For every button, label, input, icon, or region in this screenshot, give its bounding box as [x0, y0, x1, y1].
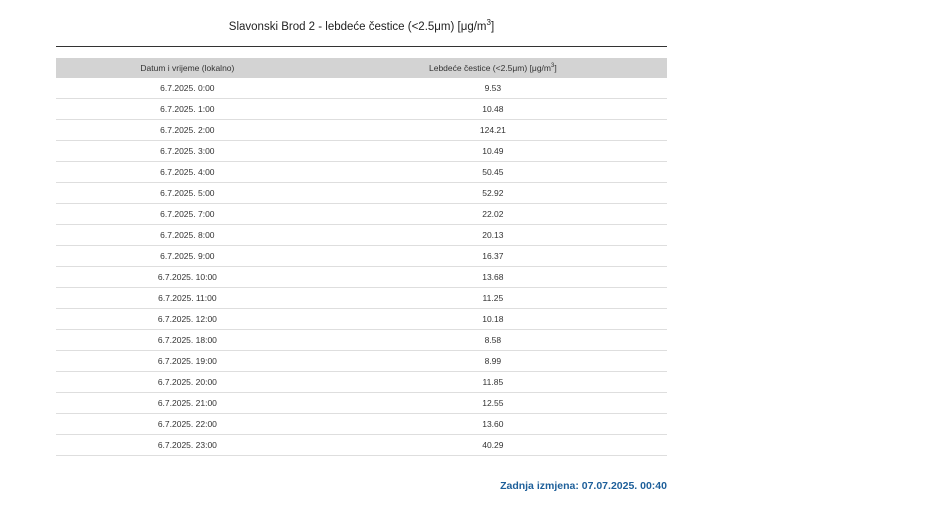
table-row: 6.7.2025. 0:00 9.53 — [56, 78, 667, 99]
table-header: Datum i vrijeme (lokalno) Lebdeće čestic… — [56, 58, 667, 78]
table-row: 6.7.2025. 21:00 12.55 — [56, 392, 667, 414]
measurements-table: Datum i vrijeme (lokalno) Lebdeće čestic… — [56, 58, 667, 456]
cell-pm25-value: 9.53 — [318, 78, 667, 99]
column-header-pm25[interactable]: Lebdeće čestice (<2.5μm) [μg/m3] — [318, 58, 667, 78]
table-row: 6.7.2025. 2:00 124.21 — [56, 119, 667, 141]
title-divider — [56, 46, 667, 47]
cell-pm25-value: 22.02 — [318, 203, 667, 225]
table-row: 6.7.2025. 8:00 20.13 — [56, 224, 667, 246]
cell-pm25-value: 8.58 — [318, 329, 667, 351]
table-row: 6.7.2025. 7:00 22.02 — [56, 203, 667, 225]
table-row: 6.7.2025. 20:00 11.85 — [56, 371, 667, 393]
cell-datetime: 6.7.2025. 20:00 — [56, 371, 319, 393]
page-title: Slavonski Brod 2 - lebdeće čestice (<2.5… — [56, 0, 667, 46]
cell-pm25-value: 13.68 — [318, 266, 667, 288]
page-title-suffix: ] — [491, 21, 495, 33]
cell-datetime: 6.7.2025. 8:00 — [56, 224, 319, 246]
cell-pm25-value: 16.37 — [318, 245, 667, 267]
table-row: 6.7.2025. 11:00 11.25 — [56, 287, 667, 309]
cell-datetime: 6.7.2025. 2:00 — [56, 119, 319, 141]
cell-pm25-value: 10.48 — [318, 98, 667, 120]
table-row: 6.7.2025. 5:00 52.92 — [56, 182, 667, 204]
table-body: 6.7.2025. 0:00 9.53 6.7.2025. 1:00 10.48 6.7… — [56, 78, 667, 456]
cell-pm25-value: 11.25 — [318, 287, 667, 309]
last-change-label: Zadnja izmjena: 07.07.2025. 00:40 — [500, 480, 667, 492]
cell-pm25-value: 124.21 — [318, 119, 667, 141]
cell-datetime: 6.7.2025. 18:00 — [56, 329, 319, 351]
page-title-text: Slavonski Brod 2 - lebdeće čestice (<2.5… — [228, 21, 487, 33]
cell-datetime: 6.7.2025. 7:00 — [56, 203, 319, 225]
cell-datetime: 6.7.2025. 10:00 — [56, 266, 319, 288]
cell-pm25-value: 20.13 — [318, 224, 667, 246]
column-header-pm25-suffix: ] — [554, 63, 557, 73]
cell-datetime: 6.7.2025. 23:00 — [56, 434, 319, 456]
cell-pm25-value: 8.99 — [318, 350, 667, 372]
table-row: 6.7.2025. 1:00 10.48 — [56, 98, 667, 120]
cell-pm25-value: 40.29 — [318, 434, 667, 456]
cell-pm25-value: 50.45 — [318, 161, 667, 183]
cell-datetime: 6.7.2025. 12:00 — [56, 308, 319, 330]
column-header-datetime[interactable]: Datum i vrijeme (lokalno) — [56, 58, 319, 78]
cell-datetime: 6.7.2025. 4:00 — [56, 161, 319, 183]
cell-pm25-value: 10.49 — [318, 140, 667, 162]
cell-pm25-value: 11.85 — [318, 371, 667, 393]
table-row: 6.7.2025. 23:00 40.29 — [56, 434, 667, 456]
cell-datetime: 6.7.2025. 1:00 — [56, 98, 319, 120]
table-row: 6.7.2025. 4:00 50.45 — [56, 161, 667, 183]
table-row: 6.7.2025. 22:00 13.60 — [56, 413, 667, 435]
cell-datetime: 6.7.2025. 21:00 — [56, 392, 319, 414]
cell-pm25-value: 12.55 — [318, 392, 667, 414]
table-row: 6.7.2025. 19:00 8.99 — [56, 350, 667, 372]
cell-datetime: 6.7.2025. 9:00 — [56, 245, 319, 267]
cell-datetime: 6.7.2025. 0:00 — [56, 78, 319, 99]
table-row: 6.7.2025. 9:00 16.37 — [56, 245, 667, 267]
cell-datetime: 6.7.2025. 19:00 — [56, 350, 319, 372]
data-panel: Slavonski Brod 2 - lebdeće čestice (<2.5… — [56, 0, 667, 492]
cell-datetime: 6.7.2025. 11:00 — [56, 287, 319, 309]
cell-pm25-value: 52.92 — [318, 182, 667, 204]
column-header-pm25-text: Lebdeće čestice (<2.5μm) [μg/m — [429, 63, 552, 73]
cell-pm25-value: 10.18 — [318, 308, 667, 330]
table-row: 6.7.2025. 3:00 10.49 — [56, 140, 667, 162]
table-row: 6.7.2025. 12:00 10.18 — [56, 308, 667, 330]
table-row: 6.7.2025. 10:00 13.68 — [56, 266, 667, 288]
table-header-row: Datum i vrijeme (lokalno) Lebdeće čestic… — [56, 58, 667, 78]
cell-datetime: 6.7.2025. 3:00 — [56, 140, 319, 162]
cell-datetime: 6.7.2025. 22:00 — [56, 413, 319, 435]
cell-datetime: 6.7.2025. 5:00 — [56, 182, 319, 204]
table-row: 6.7.2025. 18:00 8.58 — [56, 329, 667, 351]
cell-pm25-value: 13.60 — [318, 413, 667, 435]
